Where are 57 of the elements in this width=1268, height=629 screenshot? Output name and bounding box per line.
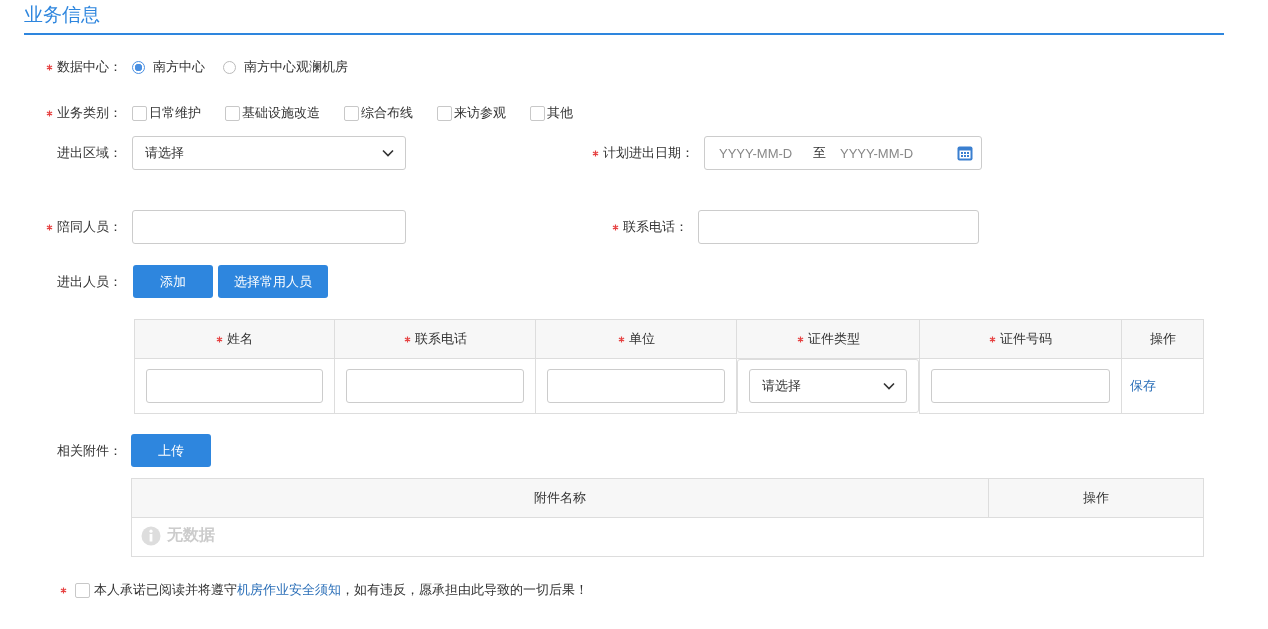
info-icon <box>141 525 161 546</box>
chevron-down-icon <box>382 149 394 157</box>
radio-icon[interactable] <box>223 60 236 74</box>
field-label: 联系电话： <box>623 219 688 234</box>
primary-button[interactable]: 选择常用人员 <box>218 265 328 298</box>
field-label: 相关附件： <box>57 443 122 458</box>
checkbox-option[interactable]: 日常维护 <box>132 104 201 122</box>
upload-button[interactable]: 上传 <box>131 434 211 467</box>
field-label: 计划进出日期： <box>603 145 694 160</box>
column-header: 单位 <box>628 331 655 346</box>
checkbox-option[interactable]: 综合布线 <box>344 104 413 122</box>
field-label: 业务类别： <box>57 105 122 120</box>
date-range-field[interactable]: YYYY-MM-D 至 YYYY-MM-D <box>704 136 982 170</box>
checkbox-option[interactable]: 来访参观 <box>437 104 506 122</box>
save-link[interactable]: 保存 <box>1130 378 1156 393</box>
field-label: 陪同人员： <box>57 219 122 234</box>
type-select[interactable]: 请选择 <box>749 369 907 403</box>
safety-notice-link[interactable]: 机房作业安全须知 <box>237 582 341 597</box>
section-title: 业务信息 <box>24 4 100 25</box>
radio-option[interactable]: 南方中心 <box>132 58 205 76</box>
phone-input[interactable] <box>698 210 979 244</box>
checkbox[interactable] <box>132 105 147 121</box>
table-input[interactable] <box>547 369 725 403</box>
chevron-down-icon <box>883 382 895 390</box>
calendar-icon[interactable] <box>957 145 973 161</box>
checkbox[interactable] <box>437 105 452 121</box>
range-separator: 至 <box>813 144 826 162</box>
checkbox-option[interactable]: 其他 <box>530 104 573 122</box>
area-select[interactable]: 请选择 <box>132 136 406 170</box>
required-asterisk-icon <box>617 336 625 344</box>
column-header: 操作 <box>988 478 1204 518</box>
required-asterisk-icon <box>216 336 223 344</box>
table-input[interactable] <box>346 369 524 403</box>
required-asterisk-icon <box>403 336 411 344</box>
column-header: 证件号码 <box>1000 331 1052 346</box>
checkbox[interactable] <box>225 105 240 121</box>
column-header: 证件类型 <box>807 331 860 346</box>
required-asterisk-icon <box>796 336 804 344</box>
checkbox[interactable] <box>530 105 545 121</box>
checkbox-option[interactable]: 基础设施改造 <box>225 104 320 122</box>
column-header: 操作 <box>1149 331 1176 346</box>
column-header: 姓名 <box>227 331 253 346</box>
column-header: 附件名称 <box>131 478 989 518</box>
field-label: 数据中心： <box>57 59 122 74</box>
primary-button[interactable]: 添加 <box>133 265 213 298</box>
table-input[interactable] <box>931 369 1110 403</box>
agreement-text: 本人承诺已阅读并将遵守机房作业安全须知，如有违反，愿承担由此导致的一切后果！ <box>94 581 588 599</box>
radio-option[interactable]: 南方中心观澜机房 <box>223 58 348 76</box>
escort-input[interactable] <box>132 210 406 244</box>
column-header: 联系电话 <box>414 331 467 346</box>
field-label: 进出区域： <box>57 145 122 160</box>
field-label: 进出人员： <box>57 274 122 289</box>
radio-icon[interactable] <box>132 60 145 74</box>
checkbox[interactable] <box>344 105 359 121</box>
agreement-checkbox[interactable] <box>75 582 90 598</box>
required-asterisk-icon <box>989 336 996 344</box>
table-input[interactable] <box>146 369 323 403</box>
